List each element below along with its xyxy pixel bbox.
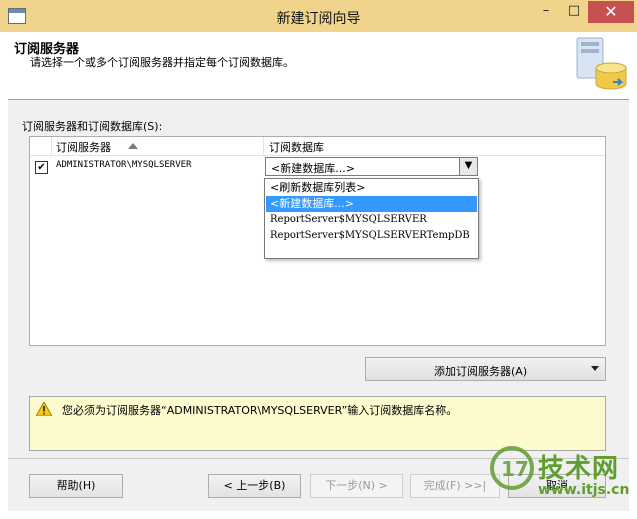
chevron-down-icon[interactable]: ▼ bbox=[459, 158, 477, 175]
column-divider bbox=[51, 137, 52, 155]
wizard-window: 新建订阅向导 – □ ✕ 订阅服务器 请选择一个或多个订阅服务器并指定每个订阅数… bbox=[0, 0, 637, 519]
watermark-brand: 技术网 bbox=[538, 454, 620, 484]
minimize-button[interactable]: – bbox=[532, 1, 560, 23]
grid-header: 订阅服务器 订阅数据库 bbox=[30, 137, 605, 156]
title-bar[interactable]: 新建订阅向导 – □ ✕ bbox=[0, 0, 637, 32]
finish-button[interactable]: 完成(F) >>| bbox=[410, 474, 500, 498]
help-button[interactable]: 帮助(H) bbox=[29, 474, 123, 498]
chevron-down-icon[interactable] bbox=[591, 366, 599, 371]
subscriber-name: ADMINISTRATOR\MYSQLSERVER bbox=[56, 160, 192, 170]
dropdown-option-reportserver-tempdb[interactable]: ReportServer$MYSQLSERVERTempDB bbox=[266, 228, 477, 244]
back-button[interactable]: < 上一步(B) bbox=[208, 474, 301, 498]
page-subtitle: 请选择一个或多个订阅服务器并指定每个订阅数据库。 bbox=[30, 56, 294, 69]
dropdown-option-reportserver[interactable]: ReportServer$MYSQLSERVER bbox=[266, 212, 477, 228]
column-header-subscriber[interactable]: 订阅服务器 bbox=[56, 139, 111, 155]
dropdown-option-new-database[interactable]: <新建数据库...> bbox=[266, 196, 477, 212]
subscriber-checkbox[interactable]: ✔ bbox=[35, 161, 48, 174]
svg-text:17: 17 bbox=[501, 457, 529, 481]
close-button[interactable]: ✕ bbox=[588, 1, 634, 23]
column-divider bbox=[263, 137, 264, 155]
add-subscriber-button[interactable]: 添加订阅服务器(A) bbox=[365, 357, 606, 381]
watermark-url: www.itjs.cn bbox=[538, 482, 630, 498]
database-dropdown-list[interactable]: <刷新数据库列表> <新建数据库...> ReportServer$MYSQLS… bbox=[264, 178, 479, 259]
sort-ascending-icon bbox=[128, 143, 138, 149]
maximize-button[interactable]: □ bbox=[560, 1, 588, 23]
combobox-value: <新建数据库...> bbox=[271, 162, 355, 175]
database-server-icon bbox=[576, 37, 627, 90]
subscribers-grid-label: 订阅服务器和订阅数据库(S): bbox=[22, 120, 163, 133]
table-row[interactable]: ✔ ADMINISTRATOR\MYSQLSERVER <新建数据库...> ▼ bbox=[30, 156, 605, 178]
next-button[interactable]: 下一步(N) > bbox=[310, 474, 403, 498]
wizard-header: 订阅服务器 请选择一个或多个订阅服务器并指定每个订阅数据库。 bbox=[8, 32, 629, 98]
dropdown-option-refresh[interactable]: <刷新数据库列表> bbox=[266, 180, 477, 196]
add-subscriber-label: 添加订阅服务器(A) bbox=[434, 365, 528, 378]
warning-icon bbox=[36, 402, 52, 416]
database-combobox[interactable]: <新建数据库...> ▼ bbox=[265, 157, 478, 176]
column-header-database[interactable]: 订阅数据库 bbox=[269, 139, 324, 155]
message-text: 您必须为订阅服务器“ADMINISTRATOR\MYSQLSERVER”输入订阅… bbox=[62, 404, 458, 417]
